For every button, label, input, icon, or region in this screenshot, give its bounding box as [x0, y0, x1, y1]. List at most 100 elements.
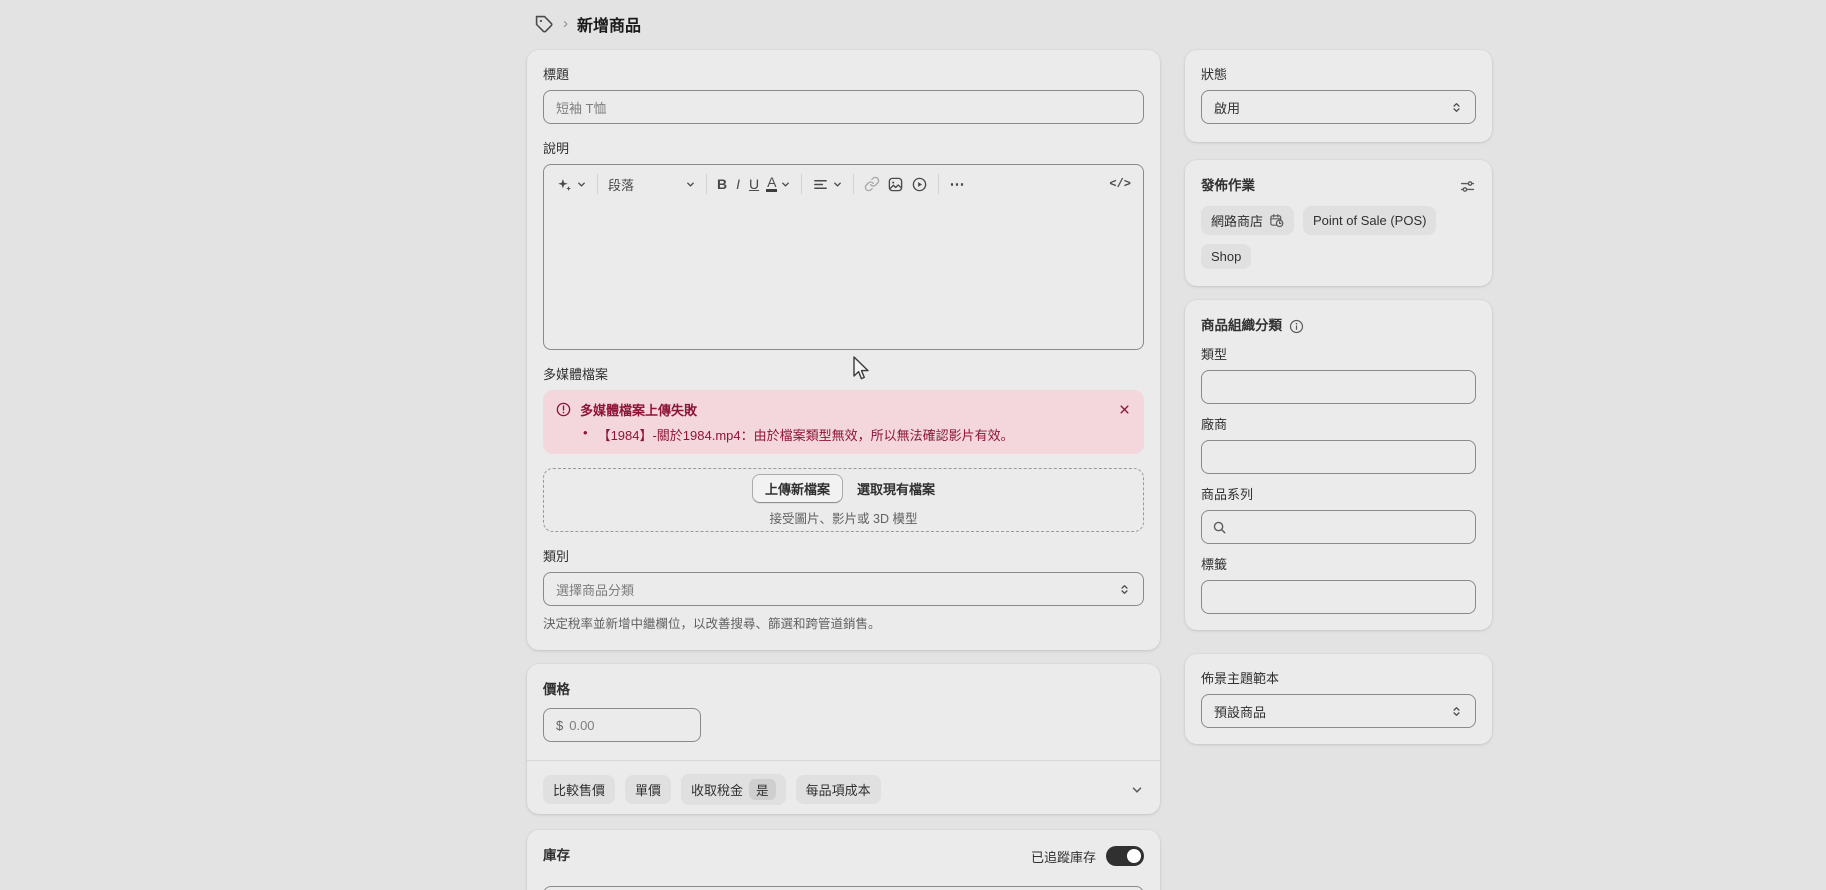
currency-prefix: $	[556, 718, 563, 733]
theme-template-select[interactable]: 預設商品	[1201, 694, 1476, 728]
breadcrumb: › 新增商品	[535, 12, 641, 36]
theme-template-card: 佈景主題範本 預設商品	[1185, 654, 1492, 744]
price-placeholder: 0.00	[569, 718, 594, 733]
toolbar-separator	[801, 174, 802, 194]
inventory-header-row: 庫存 已追蹤庫存	[543, 846, 1144, 866]
alert-circle-icon	[555, 401, 572, 418]
inventory-card: 庫存 已追蹤庫存	[527, 830, 1160, 890]
underline-icon[interactable]: U	[749, 176, 759, 192]
error-banner-item: 【1984】-關於1984.mp4：由於檔案類型無效，所以無法確認影片有效。	[598, 425, 1014, 444]
type-label: 類型	[1201, 346, 1476, 364]
ai-sparkle-icon[interactable]	[556, 176, 587, 193]
title-input[interactable]: 短袖 T恤	[543, 90, 1144, 124]
vendor-input[interactable]	[1201, 440, 1476, 474]
inventory-heading: 庫存	[543, 846, 570, 866]
theme-template-label: 佈景主題範本	[1201, 670, 1476, 688]
track-inventory-label: 已追蹤庫存	[1031, 847, 1096, 866]
channel-online-store-badge[interactable]: 網路商店	[1201, 206, 1294, 235]
sliders-icon[interactable]	[1459, 178, 1476, 195]
publishing-channels: 網路商店 Point of Sale (POS) Shop	[1201, 206, 1476, 269]
channel-label: 網路商店	[1211, 211, 1263, 230]
pricing-heading: 價格	[543, 680, 1144, 700]
cost-per-item-badge[interactable]: 每品項成本	[796, 775, 881, 804]
chevron-down-icon[interactable]	[1130, 783, 1144, 797]
more-icon[interactable]: ⋯	[949, 175, 965, 193]
unfold-icon	[1450, 705, 1463, 718]
status-value: 啟用	[1214, 98, 1240, 117]
italic-icon[interactable]: I	[734, 176, 742, 192]
category-placeholder: 選擇商品分類	[556, 580, 634, 599]
theme-template-value: 預設商品	[1214, 702, 1266, 721]
organization-heading: 商品組織分類	[1201, 316, 1282, 336]
toolbar-separator	[597, 174, 598, 194]
charge-tax-label: 收取稅金	[691, 780, 743, 799]
product-details-card: 標題 短袖 T恤 說明 段落 B I U A	[527, 50, 1160, 650]
calendar-clock-icon	[1269, 213, 1284, 228]
media-upload-error-banner: 多媒體檔案上傳失敗 • 【1984】-關於1984.mp4：由於檔案類型無效，所…	[543, 390, 1144, 454]
title-placeholder: 短袖 T恤	[556, 98, 607, 117]
unfold-icon	[1118, 583, 1131, 596]
description-textarea[interactable]	[544, 203, 1143, 349]
add-product-page: › 新增商品 標題 短袖 T恤 說明 段落 B I U	[0, 0, 1826, 890]
toolbar-separator	[706, 174, 707, 194]
price-input[interactable]: $ 0.00	[543, 708, 701, 742]
paragraph-style-label: 段落	[608, 175, 634, 194]
unit-price-badge[interactable]: 單價	[625, 775, 671, 804]
bold-icon[interactable]: B	[717, 176, 727, 192]
track-inventory-toggle[interactable]	[1106, 846, 1144, 866]
image-icon[interactable]	[887, 176, 904, 193]
divider	[527, 760, 1160, 761]
paragraph-style-dropdown[interactable]: 段落	[608, 175, 696, 194]
category-help-text: 決定稅率並新增中繼欄位，以改善搜尋、篩選和跨管道銷售。	[543, 613, 1144, 632]
select-existing-file-button[interactable]: 選取現有檔案	[857, 479, 935, 498]
media-label: 多媒體檔案	[543, 366, 1144, 384]
category-select[interactable]: 選擇商品分類	[543, 572, 1144, 606]
close-icon[interactable]	[1117, 402, 1132, 417]
description-editor[interactable]: 段落 B I U A	[543, 164, 1144, 350]
text-color-icon[interactable]: A	[766, 176, 791, 192]
editor-toolbar: 段落 B I U A	[544, 165, 1143, 203]
error-banner-title: 多媒體檔案上傳失敗	[580, 400, 1109, 419]
pricing-card: 價格 $ 0.00 比較售價 單價 收取稅金 是 每品項成本	[527, 664, 1160, 814]
status-card: 狀態 啟用	[1185, 50, 1492, 142]
tag-icon[interactable]	[535, 15, 554, 34]
publishing-header-row: 發佈作業	[1201, 176, 1476, 196]
text-color-letter: A	[766, 176, 777, 192]
compare-at-price-badge[interactable]: 比較售價	[543, 775, 615, 804]
charge-tax-value: 是	[749, 779, 776, 800]
collections-input[interactable]	[1201, 510, 1476, 544]
publishing-heading: 發佈作業	[1201, 176, 1255, 196]
page-title: 新增商品	[577, 12, 641, 36]
organization-card: 商品組織分類 類型 廠商 商品系列 標籤	[1185, 300, 1492, 630]
vendor-label: 廠商	[1201, 416, 1476, 434]
charge-tax-badge[interactable]: 收取稅金 是	[681, 774, 786, 805]
collections-label: 商品系列	[1201, 486, 1476, 504]
status-select[interactable]: 啟用	[1201, 90, 1476, 124]
category-label: 類別	[543, 548, 1144, 566]
tags-label: 標籤	[1201, 556, 1476, 574]
info-icon[interactable]	[1289, 319, 1304, 334]
unfold-icon	[1450, 101, 1463, 114]
channel-shop-badge[interactable]: Shop	[1201, 244, 1251, 269]
status-label: 狀態	[1201, 66, 1476, 84]
tags-input[interactable]	[1201, 580, 1476, 614]
breadcrumb-separator: ›	[563, 15, 568, 32]
type-input[interactable]	[1201, 370, 1476, 404]
align-icon[interactable]	[812, 176, 843, 193]
media-dropzone[interactable]: 上傳新檔案 選取現有檔案 接受圖片、影片或 3D 模型	[543, 468, 1144, 532]
error-bullet: •	[583, 425, 588, 444]
play-circle-icon[interactable]	[911, 176, 928, 193]
publishing-card: 發佈作業 網路商店 Point of Sale (POS) Shop	[1185, 160, 1492, 286]
title-label: 標題	[543, 66, 1144, 84]
upload-new-file-button[interactable]: 上傳新檔案	[752, 474, 843, 503]
toolbar-separator	[853, 174, 854, 194]
pricing-collapsed-row: 比較售價 單價 收取稅金 是 每品項成本	[543, 774, 1144, 805]
description-label: 說明	[543, 140, 1144, 158]
link-icon	[864, 176, 880, 192]
toolbar-separator	[938, 174, 939, 194]
organization-header-row: 商品組織分類	[1201, 316, 1476, 336]
search-icon	[1212, 520, 1227, 535]
inventory-partial-input[interactable]	[543, 886, 1144, 890]
channel-pos-badge[interactable]: Point of Sale (POS)	[1303, 206, 1436, 235]
code-icon[interactable]: </>	[1109, 177, 1131, 191]
